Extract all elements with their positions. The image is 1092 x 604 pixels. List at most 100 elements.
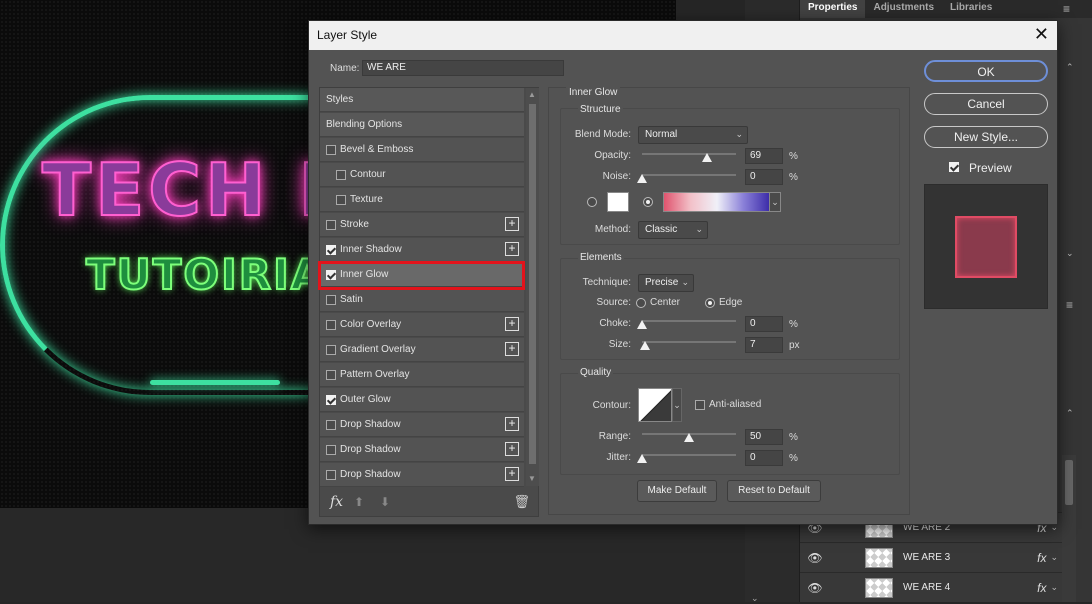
gradient-radio[interactable] xyxy=(643,197,653,207)
style-item-contour[interactable]: Contour xyxy=(320,163,524,187)
add-effect-icon[interactable]: + xyxy=(505,242,519,256)
style-item-inner-shadow[interactable]: Inner Shadow + xyxy=(320,238,524,262)
choke-field[interactable]: 0 xyxy=(745,316,783,332)
new-style-button[interactable]: New Style... xyxy=(924,126,1048,148)
style-item-drop-shadow[interactable]: Drop Shadow + xyxy=(320,463,524,487)
add-effect-icon[interactable]: + xyxy=(505,317,519,331)
chevron-down-icon[interactable]: ⌄ xyxy=(769,192,781,212)
fx-icon[interactable]: fx xyxy=(1037,551,1046,565)
size-slider-thumb[interactable] xyxy=(639,341,650,350)
add-effect-icon[interactable]: + xyxy=(505,442,519,456)
scroll-up-icon[interactable]: ▲ xyxy=(528,90,536,99)
scrollbar-thumb[interactable] xyxy=(1065,460,1073,505)
add-effect-icon[interactable]: + xyxy=(505,342,519,356)
jitter-field[interactable]: 0 xyxy=(745,450,783,466)
preview-checkbox[interactable] xyxy=(949,162,959,172)
glow-gradient-picker[interactable] xyxy=(663,192,771,212)
style-item-drop-shadow[interactable]: Drop Shadow + xyxy=(320,438,524,462)
style-item-texture[interactable]: Texture xyxy=(320,188,524,212)
style-checkbox[interactable] xyxy=(336,169,346,180)
style-checkbox[interactable] xyxy=(326,319,336,330)
size-slider[interactable] xyxy=(642,341,736,343)
arrow-up-icon[interactable]: ⬆ xyxy=(354,495,364,509)
add-effect-icon[interactable]: + xyxy=(505,467,519,481)
style-item-bevel-emboss[interactable]: Bevel & Emboss xyxy=(320,138,524,162)
layer-row[interactable]: 👁 WE ARE 4 fx ⌄ xyxy=(800,572,1062,602)
dialog-titlebar[interactable]: Layer Style ✕ xyxy=(309,21,1057,50)
reset-to-default-button[interactable]: Reset to Default xyxy=(727,480,821,502)
style-checkbox[interactable] xyxy=(326,469,336,480)
ok-button[interactable]: OK xyxy=(924,60,1048,82)
arrow-down-icon[interactable]: ⬇ xyxy=(380,495,390,509)
opacity-field[interactable]: 69 xyxy=(745,148,783,164)
noise-slider-thumb[interactable] xyxy=(637,174,647,183)
style-item-color-overlay[interactable]: Color Overlay + xyxy=(320,313,524,337)
chevron-down-icon[interactable]: ⌄ xyxy=(1050,582,1058,593)
blend-mode-select[interactable]: Normal ⌄ xyxy=(638,126,748,144)
jitter-slider[interactable] xyxy=(642,454,736,456)
style-item-outer-glow[interactable]: Outer Glow xyxy=(320,388,524,412)
range-field[interactable]: 50 xyxy=(745,429,783,445)
layer-row[interactable]: 👁 WE ARE 3 fx ⌄ xyxy=(800,542,1062,572)
scroll-up-icon[interactable]: ⌃ xyxy=(1066,62,1074,73)
style-checkbox[interactable] xyxy=(326,144,336,155)
panel-menu-icon[interactable]: ≡ xyxy=(1066,298,1073,312)
style-checkbox[interactable] xyxy=(326,344,336,355)
solid-color-radio[interactable] xyxy=(587,197,597,207)
trash-icon[interactable]: 🗑 xyxy=(513,494,530,510)
noise-slider[interactable] xyxy=(642,174,736,176)
opacity-slider-thumb[interactable] xyxy=(701,153,712,162)
style-item-blending-options[interactable]: Blending Options xyxy=(320,113,524,137)
source-edge-radio[interactable] xyxy=(705,298,715,308)
tab-adjustments[interactable]: Adjustments xyxy=(865,0,942,18)
glow-color-swatch[interactable] xyxy=(607,192,629,212)
contour-picker[interactable] xyxy=(638,388,672,422)
method-select[interactable]: Classic ⌄ xyxy=(638,221,708,239)
size-field[interactable]: 7 xyxy=(745,337,783,353)
style-checkbox[interactable] xyxy=(326,369,336,380)
range-slider-thumb[interactable] xyxy=(684,433,694,442)
tab-properties[interactable]: Properties xyxy=(800,0,866,18)
chevron-down-icon[interactable]: ⌄ xyxy=(1050,552,1058,563)
add-effect-icon[interactable]: + xyxy=(505,217,519,231)
cancel-button[interactable]: Cancel xyxy=(924,93,1048,115)
style-checkbox[interactable] xyxy=(326,294,336,305)
choke-slider-thumb[interactable] xyxy=(637,320,647,329)
style-item-satin[interactable]: Satin xyxy=(320,288,524,312)
scroll-down-icon[interactable]: ⌄ xyxy=(1066,248,1074,259)
scroll-up-icon[interactable]: ⌃ xyxy=(1066,408,1074,419)
layer-name-field[interactable]: WE ARE xyxy=(362,60,564,76)
style-item-pattern-overlay[interactable]: Pattern Overlay xyxy=(320,363,524,387)
scroll-down-icon[interactable]: ⌄ xyxy=(751,593,759,604)
noise-field[interactable]: 0 xyxy=(745,169,783,185)
style-checkbox[interactable] xyxy=(326,419,336,430)
eye-icon[interactable]: 👁 xyxy=(800,551,830,565)
technique-select[interactable]: Precise ⌄ xyxy=(638,274,694,292)
scrollbar-thumb[interactable] xyxy=(529,104,536,464)
source-center-radio[interactable] xyxy=(636,298,646,308)
tab-libraries[interactable]: Libraries xyxy=(942,0,1000,18)
jitter-slider-thumb[interactable] xyxy=(637,454,647,463)
style-item-gradient-overlay[interactable]: Gradient Overlay + xyxy=(320,338,524,362)
panel-menu-icon[interactable]: ≡ xyxy=(1063,2,1070,16)
fx-icon[interactable]: fx xyxy=(330,494,343,510)
anti-aliased-checkbox[interactable] xyxy=(695,400,705,410)
make-default-button[interactable]: Make Default xyxy=(637,480,717,502)
style-checkbox[interactable] xyxy=(326,219,336,230)
style-item-styles[interactable]: Styles xyxy=(320,88,524,112)
style-checkbox[interactable] xyxy=(336,194,346,205)
style-checkbox[interactable] xyxy=(326,244,336,255)
style-checkbox[interactable] xyxy=(326,394,336,405)
style-checkbox[interactable] xyxy=(326,444,336,455)
chevron-down-icon[interactable]: ⌄ xyxy=(672,388,682,422)
opacity-slider[interactable] xyxy=(642,153,736,155)
add-effect-icon[interactable]: + xyxy=(505,417,519,431)
scroll-down-icon[interactable]: ▼ xyxy=(528,474,536,483)
fx-icon[interactable]: fx xyxy=(1037,581,1046,595)
choke-slider[interactable] xyxy=(642,320,736,322)
close-icon[interactable]: ✕ xyxy=(1034,24,1049,44)
styles-scrollbar[interactable]: ▲ ▼ xyxy=(526,88,539,486)
layers-scrollbar[interactable] xyxy=(1062,455,1076,602)
style-item-stroke[interactable]: Stroke + xyxy=(320,213,524,237)
style-item-drop-shadow[interactable]: Drop Shadow + xyxy=(320,413,524,437)
